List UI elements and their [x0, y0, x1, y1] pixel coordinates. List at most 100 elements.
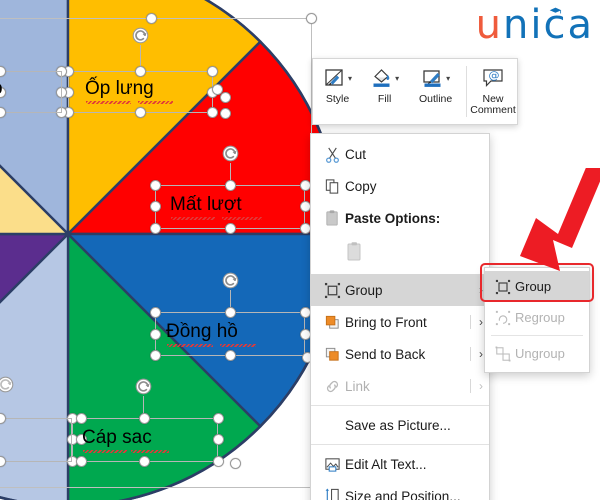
- context-menu-label-link: Link: [345, 378, 370, 394]
- rotate-handle-icon[interactable]: [131, 26, 150, 45]
- context-menu-label-cut: Cut: [345, 146, 367, 162]
- resize-handle[interactable]: [150, 329, 161, 340]
- spellcheck-underline: [167, 344, 213, 347]
- context-menu-item-cut[interactable]: Cut: [311, 138, 489, 170]
- size-position-icon: [319, 487, 345, 500]
- shape-outline-icon: [421, 65, 445, 91]
- resize-handle[interactable]: [207, 107, 218, 118]
- chevron-down-icon[interactable]: ▾: [395, 74, 399, 83]
- context-menu-item-edit-alt-text[interactable]: Edit Alt Text...: [311, 448, 489, 480]
- chevron-down-icon[interactable]: ▾: [446, 74, 450, 83]
- edit-alt-text-icon: [319, 456, 345, 473]
- wheel-label-partial: o: [0, 79, 3, 99]
- paste-keep-source-icon[interactable]: [345, 241, 365, 268]
- resize-handle[interactable]: [76, 413, 87, 424]
- resize-handle[interactable]: [150, 223, 161, 234]
- toolbar-label-style: Style: [325, 93, 350, 105]
- context-menu-label-save-as-picture: Save as Picture...: [345, 417, 451, 433]
- context-menu-item-copy[interactable]: Copy: [311, 170, 489, 202]
- toolbar-label-new-comment-line2: Comment: [470, 104, 516, 116]
- resize-handle[interactable]: [225, 307, 236, 318]
- send-to-back-icon: [319, 346, 345, 363]
- context-menu-label-bring-to-front: Bring to Front: [345, 314, 427, 330]
- toolbar-button-outline[interactable]: ▾ Outline: [407, 59, 464, 124]
- rotate-handle-icon[interactable]: [221, 144, 240, 163]
- chevron-right-icon[interactable]: ›: [470, 347, 483, 361]
- context-menu-divider: [311, 444, 489, 445]
- resize-handle[interactable]: [225, 350, 236, 361]
- context-menu-item-paste-options: Paste Options:: [311, 202, 489, 234]
- resize-handle[interactable]: [213, 434, 224, 445]
- rotate-handle-icon[interactable]: [0, 375, 15, 394]
- chevron-down-icon[interactable]: ▾: [348, 74, 352, 83]
- scissors-icon: [319, 146, 345, 163]
- resize-handle[interactable]: [150, 350, 161, 361]
- toolbar-button-new-comment[interactable]: @ New Comment: [469, 59, 517, 124]
- resize-handle[interactable]: [213, 456, 224, 467]
- context-menu-item-group[interactable]: Group ›: [311, 274, 489, 306]
- submenu-label-group: Group: [515, 279, 552, 294]
- unica-logo: unica: [476, 2, 594, 48]
- submenu-item-regroup: Regroup: [485, 302, 589, 333]
- spellcheck-underline: [222, 217, 262, 220]
- group-submenu[interactable]: Group Regroup Ungroup: [484, 267, 590, 373]
- context-menu-label-send-to-back: Send to Back: [345, 346, 426, 362]
- context-menu-label-edit-alt-text: Edit Alt Text...: [345, 456, 427, 472]
- red-arrow-down-left-icon: [520, 168, 600, 271]
- spellcheck-underline: [138, 101, 173, 104]
- context-menu-divider: [311, 405, 489, 406]
- textbox-selection-partial[interactable]: [0, 71, 62, 113]
- svg-text:@: @: [489, 69, 500, 82]
- wheel-label-2: Mất lượt: [170, 194, 242, 215]
- resize-handle[interactable]: [207, 66, 218, 77]
- toolbar-button-style[interactable]: ▾ Style: [313, 59, 362, 124]
- resize-handle[interactable]: [139, 413, 150, 424]
- spellcheck-underline: [86, 101, 131, 104]
- bring-to-front-icon: [319, 314, 345, 331]
- spellcheck-underline: [220, 344, 256, 347]
- resize-handle[interactable]: [76, 456, 87, 467]
- context-menu[interactable]: Cut Copy Paste Options: Group › Bring to…: [310, 133, 490, 500]
- spellcheck-underline: [131, 450, 169, 453]
- logo-letter-u: u: [475, 2, 504, 48]
- toolbar-button-fill[interactable]: ▾ Fill: [362, 59, 407, 124]
- resize-handle[interactable]: [220, 92, 231, 103]
- mini-toolbar[interactable]: ▾ Style ▾ Fill ▾ Outline @ New Comment: [312, 58, 518, 125]
- context-menu-label-size-and-position: Size and Position...: [345, 488, 461, 500]
- resize-handle[interactable]: [213, 413, 224, 424]
- resize-handle[interactable]: [230, 458, 241, 469]
- selection-handle[interactable]: [306, 13, 317, 24]
- new-comment-icon: @: [480, 65, 506, 91]
- paste-options-row[interactable]: [311, 234, 489, 274]
- resize-handle[interactable]: [225, 180, 236, 191]
- wheel-label-1: Ốp lưng: [85, 78, 154, 99]
- resize-handle[interactable]: [139, 456, 150, 467]
- submenu-label-ungroup: Ungroup: [515, 346, 565, 361]
- chevron-right-icon[interactable]: ›: [473, 283, 483, 297]
- context-menu-item-link: Link ›: [311, 370, 489, 402]
- resize-handle[interactable]: [225, 223, 236, 234]
- submenu-item-ungroup: Ungroup: [485, 338, 589, 369]
- screenshot-root: Ốp lưng o Mất lượt: [0, 0, 600, 500]
- resize-handle[interactable]: [150, 180, 161, 191]
- chevron-right-icon[interactable]: ›: [470, 315, 483, 329]
- rotate-handle-icon[interactable]: [221, 271, 240, 290]
- resize-handle[interactable]: [135, 107, 146, 118]
- selection-handle[interactable]: [146, 13, 157, 24]
- resize-handle[interactable]: [220, 108, 231, 119]
- textbox-selection-partial-2[interactable]: [0, 418, 72, 462]
- chevron-right-icon: ›: [470, 379, 483, 393]
- resize-handle[interactable]: [150, 307, 161, 318]
- context-menu-item-size-and-position[interactable]: Size and Position...: [311, 480, 489, 500]
- context-menu-label-group: Group: [345, 282, 383, 298]
- context-menu-item-send-to-back[interactable]: Send to Back ›: [311, 338, 489, 370]
- resize-handle[interactable]: [135, 66, 146, 77]
- context-menu-item-save-as-picture[interactable]: Save as Picture...: [311, 409, 489, 441]
- resize-handle[interactable]: [150, 201, 161, 212]
- group-icon: [319, 282, 345, 299]
- spellcheck-underline: [83, 450, 127, 453]
- context-menu-item-bring-to-front[interactable]: Bring to Front ›: [311, 306, 489, 338]
- rotate-handle-icon[interactable]: [134, 377, 153, 396]
- fill-bucket-icon: [370, 65, 394, 91]
- toolbar-divider: [466, 66, 467, 117]
